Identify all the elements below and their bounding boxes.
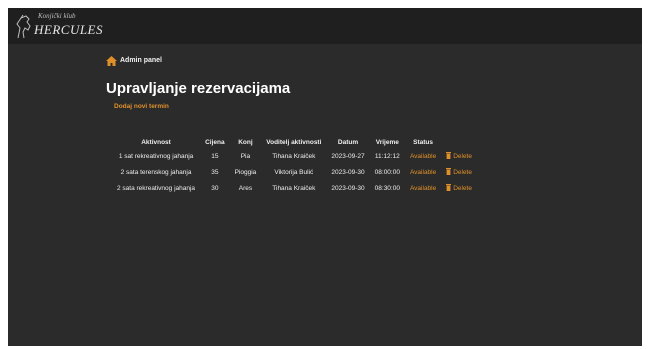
cell-date: 2023-09-30 bbox=[331, 168, 365, 176]
table-row: 1 sat rekreativnog jahanja 15 Pia Tihana… bbox=[112, 148, 477, 164]
cell-leader: Tihana Kraiček bbox=[272, 152, 316, 160]
col-header: Status bbox=[413, 138, 434, 146]
col-header: Konj bbox=[238, 138, 253, 146]
cell-action: Delete bbox=[441, 148, 477, 164]
table-row: 2 sata rekreativnog jahanja 30 Ares Tiha… bbox=[112, 180, 477, 196]
cell-date: 2023-09-27 bbox=[331, 152, 365, 160]
page-title: Upravljanje rezervacijama bbox=[106, 80, 291, 97]
cell-price: 30 bbox=[211, 184, 219, 192]
cell-activity: 1 sat rekreativnog jahanja bbox=[118, 152, 194, 160]
cell-activity: 2 sata terenskog jahanja bbox=[120, 168, 192, 176]
delete-button[interactable]: Delete bbox=[446, 168, 473, 176]
table-header-row: Aktivnost Cijena Konj Voditelj aktivnost… bbox=[112, 136, 477, 148]
horse-logo-icon bbox=[16, 14, 31, 39]
reservations-table: Aktivnost Cijena Konj Voditelj aktivnost… bbox=[112, 136, 477, 196]
col-header: Cijena bbox=[205, 138, 225, 146]
add-term-link[interactable]: Dodaj novi termin bbox=[114, 103, 169, 110]
table-row: 2 sata terenskog jahanja 35 Pioggia Vikt… bbox=[112, 164, 477, 180]
club-logo[interactable]: Konjički klub HERCULES bbox=[14, 12, 124, 42]
cell-leader: Viktorija Bulić bbox=[274, 168, 314, 176]
cell-activity: 2 sata rekreativnog jahanja bbox=[117, 184, 196, 192]
status-badge: Available bbox=[409, 168, 437, 176]
breadcrumb-label: Admin panel bbox=[120, 57, 163, 64]
delete-label: Delete bbox=[453, 185, 473, 192]
col-header: Voditelj aktivnosti bbox=[266, 138, 322, 146]
status-badge: Available bbox=[409, 184, 437, 192]
cell-time: 08:00:00 bbox=[374, 168, 400, 176]
status-badge: Available bbox=[409, 152, 437, 160]
cell-price: 15 bbox=[211, 152, 219, 160]
club-label: Konjički klub bbox=[38, 12, 76, 20]
cell-date: 2023-09-30 bbox=[331, 184, 365, 192]
trash-icon bbox=[446, 184, 452, 191]
app-frame: Konjički klub HERCULES Admin panel Uprav… bbox=[8, 8, 642, 346]
top-navbar: Konjički klub HERCULES bbox=[8, 8, 642, 44]
cell-horse: Pioggia bbox=[234, 168, 257, 176]
trash-icon bbox=[446, 168, 452, 175]
delete-label: Delete bbox=[453, 169, 473, 176]
delete-button[interactable]: Delete bbox=[446, 152, 473, 160]
col-header-action bbox=[441, 136, 477, 148]
col-header: Datum bbox=[337, 138, 359, 146]
cell-action: Delete bbox=[441, 180, 477, 196]
col-header: Vrijeme bbox=[375, 138, 399, 146]
cell-price: 35 bbox=[211, 168, 219, 176]
brand-name: HERCULES bbox=[34, 22, 103, 37]
trash-icon bbox=[446, 152, 452, 159]
delete-button[interactable]: Delete bbox=[446, 184, 473, 192]
col-header: Aktivnost bbox=[141, 138, 171, 146]
home-icon bbox=[106, 56, 117, 66]
cell-action: Delete bbox=[441, 164, 477, 180]
cell-leader: Tihana Kraiček bbox=[272, 184, 316, 192]
delete-label: Delete bbox=[453, 153, 473, 160]
cell-horse: Pia bbox=[240, 152, 251, 160]
cell-time: 08:30:00 bbox=[374, 184, 400, 192]
cell-time: 11:12:12 bbox=[374, 152, 400, 160]
cell-horse: Ares bbox=[238, 184, 253, 192]
